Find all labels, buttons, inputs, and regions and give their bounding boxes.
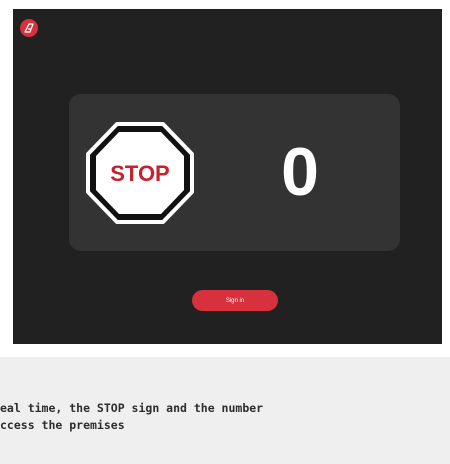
stop-sign-icon: STOP: [86, 122, 194, 224]
status-panel: STOP 0: [69, 94, 400, 251]
kiosk-screen: STOP 0 Sign in: [13, 9, 442, 344]
stop-sign-text: STOP: [110, 161, 170, 186]
brand-logo-icon: [20, 19, 38, 37]
counter-value: 0: [281, 134, 319, 210]
caption-line-1: eal time, the STOP sign and the number: [0, 401, 264, 415]
caption-line-2: ccess the premises: [0, 418, 125, 432]
caption-text: eal time, the STOP sign and the number c…: [0, 400, 440, 434]
sign-in-button[interactable]: Sign in: [192, 290, 278, 311]
